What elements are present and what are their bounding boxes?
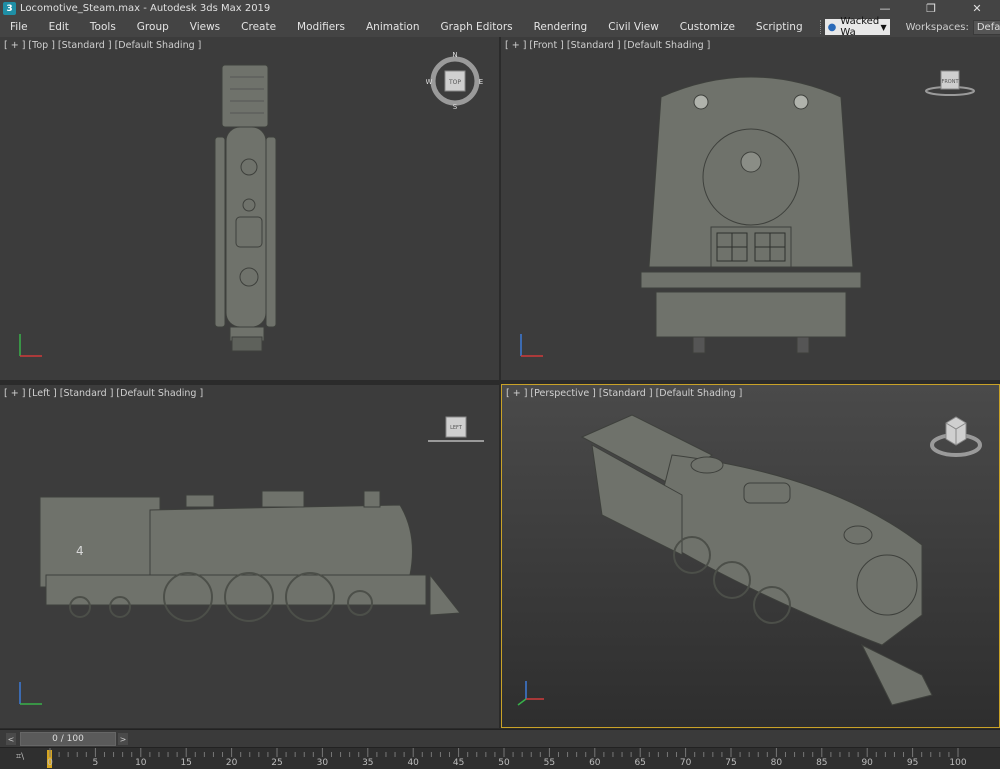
menu-tools[interactable]: Tools <box>80 21 127 33</box>
menu-animation[interactable]: Animation <box>356 21 431 33</box>
user-icon: ● <box>827 21 837 33</box>
window-title: Locomotive_Steam.max - Autodesk 3ds Max … <box>20 3 271 14</box>
track-tick-label: 25 <box>271 758 283 768</box>
track-tick-label: 75 <box>725 758 737 768</box>
time-next-button[interactable]: > <box>118 733 128 745</box>
viewcube-left[interactable]: LEFT <box>424 413 488 445</box>
user-name: Wacked Wa <box>840 16 880 38</box>
viewport-left[interactable]: [ + ] [Left ] [Standard ] [Default Shadi… <box>0 385 499 728</box>
cab-number: 4 <box>76 544 84 558</box>
menu-rendering[interactable]: Rendering <box>524 21 599 33</box>
track-tick-label: 95 <box>906 758 919 768</box>
track-tick-label: 40 <box>407 758 419 768</box>
3ds-max-icon[interactable]: 3 <box>3 2 16 15</box>
workspace-select[interactable]: Default ▼ <box>972 19 1000 35</box>
maximize-button[interactable]: ❐ <box>908 0 954 17</box>
menu-modifiers[interactable]: Modifiers <box>287 21 356 33</box>
viewcube-top[interactable]: TOP N S W E <box>426 51 486 111</box>
menu-edit[interactable]: Edit <box>39 21 80 33</box>
track-tick-label: 70 <box>679 758 692 768</box>
track-tick-label: 20 <box>225 758 238 768</box>
track-tick-label: 50 <box>498 758 510 768</box>
axis-tripod-icon <box>19 334 42 357</box>
close-button[interactable]: ✕ <box>954 0 1000 17</box>
track-tick-label: 65 <box>634 758 646 768</box>
viewcube-face-label: LEFT <box>450 425 463 431</box>
time-slider[interactable]: < 0 / 100 > <box>0 729 1000 747</box>
workspace-value: Default <box>976 21 1000 33</box>
viewport-perspective[interactable]: [ + ] [Perspective ] [Standard ] [Defaul… <box>501 384 1000 728</box>
minimize-button[interactable]: — <box>862 0 908 17</box>
track-tick-label: 85 <box>816 758 828 768</box>
track-tick-label: 5 <box>92 758 99 768</box>
viewcube-front[interactable]: FRONT <box>923 67 977 99</box>
viewcube-face-label: FRONT <box>941 79 959 85</box>
compass-west: W <box>426 78 433 86</box>
viewport-front[interactable]: [ + ] [Front ] [Standard ] [Default Shad… <box>501 37 1000 380</box>
track-tick-label: 60 <box>589 758 601 768</box>
menu-file[interactable]: File <box>0 21 39 33</box>
menu-scripting[interactable]: Scripting <box>746 21 814 33</box>
menu-civil-view[interactable]: Civil View <box>598 21 670 33</box>
compass-south: S <box>453 103 458 111</box>
track-tick-label: 30 <box>316 758 329 768</box>
menu-group[interactable]: Group <box>127 21 180 33</box>
track-tick-label: 90 <box>861 758 873 768</box>
locomotive-perspective-view <box>580 414 933 706</box>
track-tick-label: 15 <box>180 758 192 768</box>
axis-tripod-icon <box>517 681 544 706</box>
track-tick-label: 100 <box>949 758 967 768</box>
compass-east: E <box>479 78 483 86</box>
user-account-dropdown[interactable]: ● Wacked Wa ▼ <box>824 16 890 38</box>
track-bar[interactable]: ⌗\ 0 5 10 15 20 25 30 35 40 45 50 55 60 65 70 75 80 85 90 9… <box>0 747 1000 769</box>
track-ticks <box>49 748 959 757</box>
menu-graph-editors[interactable]: Graph Editors <box>431 21 524 33</box>
viewcube-perspective[interactable] <box>926 409 986 461</box>
locomotive-top-view <box>214 64 277 352</box>
menu-bar: File Edit Tools Group Views Create Modif… <box>0 16 1000 38</box>
menu-create[interactable]: Create <box>231 21 287 33</box>
time-prev-button[interactable]: < <box>6 733 16 745</box>
workspaces-label: Workspaces: <box>905 21 969 33</box>
menu-customize[interactable]: Customize <box>670 21 746 33</box>
track-tick-label: 35 <box>362 758 374 768</box>
viewcube-face-label: TOP <box>448 79 461 86</box>
time-slider-thumb[interactable]: 0 / 100 <box>20 732 116 746</box>
toolbar-handle <box>819 20 821 34</box>
title-bar: 3 Locomotive_Steam.max - Autodesk 3ds Ma… <box>0 0 1000 17</box>
axis-tripod-icon <box>19 682 42 705</box>
window-controls: — ❐ ✕ <box>862 0 1000 17</box>
track-tick-label: 80 <box>770 758 783 768</box>
chevron-down-icon: ▼ <box>880 22 887 32</box>
axis-tripod-icon <box>520 334 543 357</box>
track-tick-label: 55 <box>543 758 556 768</box>
track-tick-label: 0 <box>47 758 53 768</box>
track-tick-label: 45 <box>452 758 465 768</box>
track-tick-label: 10 <box>135 758 147 768</box>
menu-views[interactable]: Views <box>180 21 231 33</box>
viewport-top[interactable]: [ + ] [Top ] [Standard ] [Default Shadin… <box>0 37 499 380</box>
compass-north: N <box>452 51 457 59</box>
